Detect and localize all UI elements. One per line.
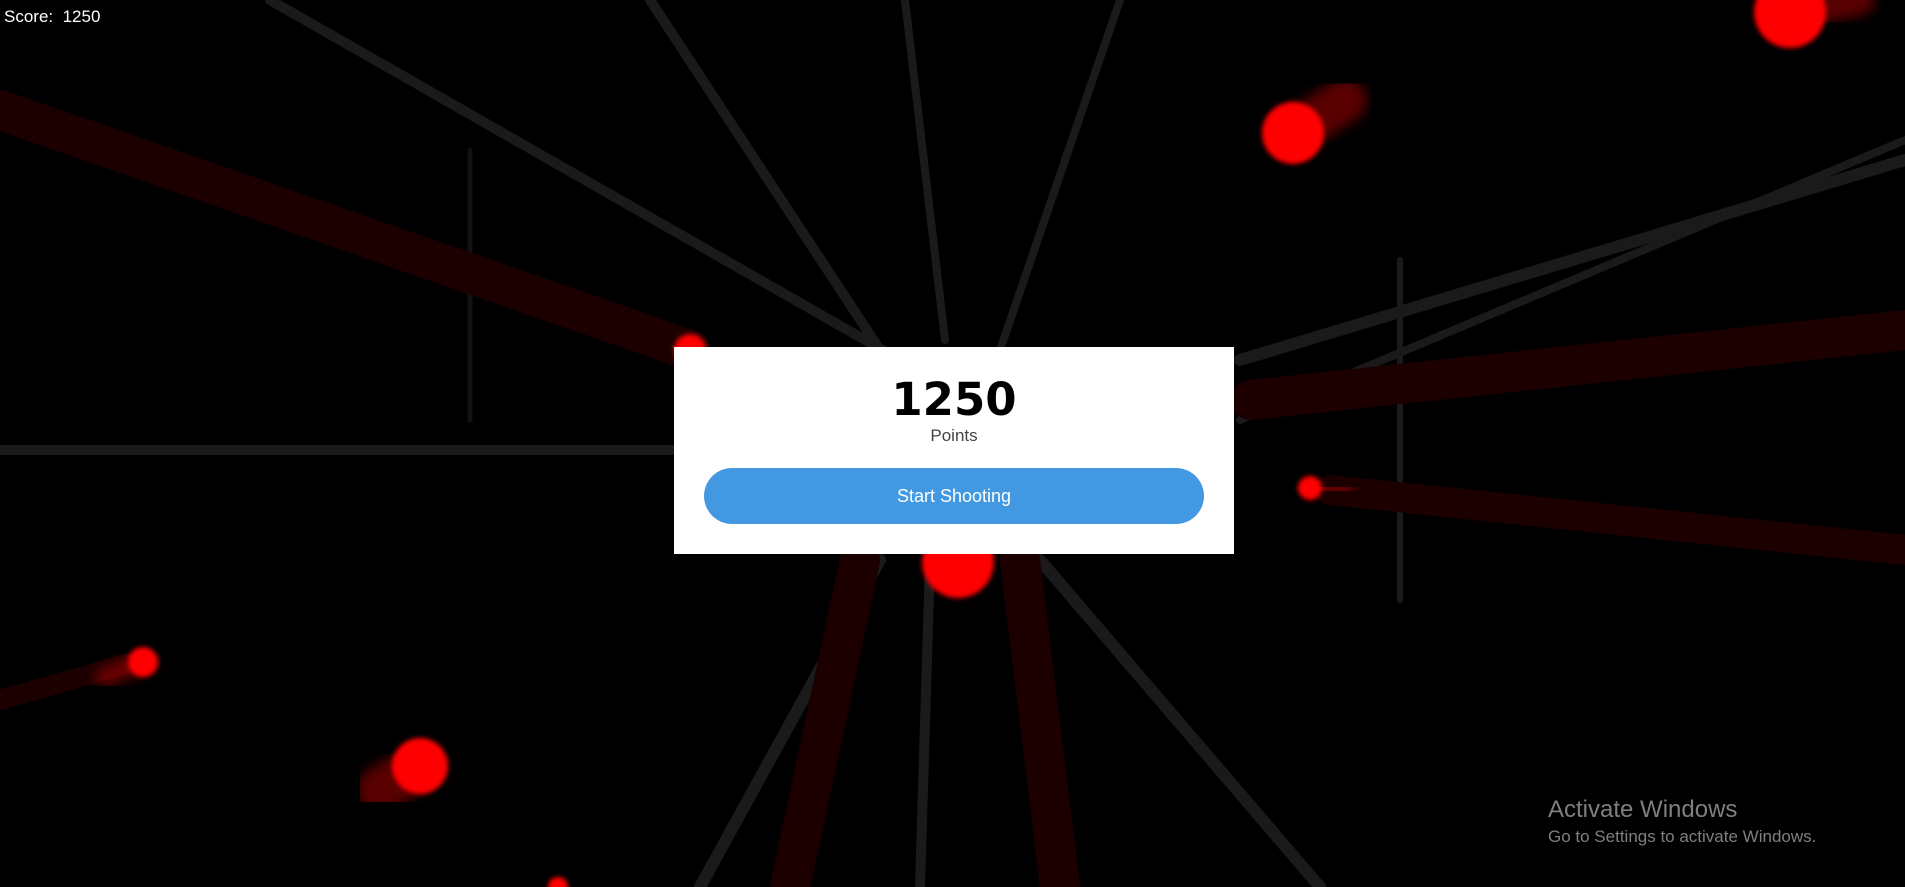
trail	[0, 90, 710, 370]
score-value: 1250	[62, 7, 101, 26]
game-over-dialog: 1250 Points Start Shooting	[674, 347, 1234, 554]
beam	[1034, 554, 1326, 887]
activate-windows-watermark: Activate Windows Go to Settings to activ…	[1548, 796, 1816, 848]
watermark-subtitle: Go to Settings to activate Windows.	[1548, 827, 1817, 846]
red-target[interactable]	[1754, 0, 1875, 48]
beam	[645, 0, 885, 355]
red-target[interactable]	[357, 738, 448, 813]
beam	[996, 0, 1124, 354]
start-shooting-button[interactable]: Start Shooting	[704, 468, 1204, 524]
trail	[1000, 540, 1080, 887]
watermark-title: Activate Windows	[1548, 796, 1738, 823]
red-target[interactable]	[548, 877, 568, 887]
beam	[915, 555, 935, 887]
trail	[1315, 475, 1905, 565]
beam	[901, 0, 949, 344]
points-total: 1250	[891, 373, 1017, 426]
score-display: Score: 1250	[4, 7, 100, 27]
red-target[interactable]	[1262, 78, 1367, 164]
trail	[770, 540, 880, 887]
score-label: Score:	[4, 7, 58, 26]
trail	[1230, 310, 1905, 420]
points-caption: Points	[930, 426, 978, 445]
